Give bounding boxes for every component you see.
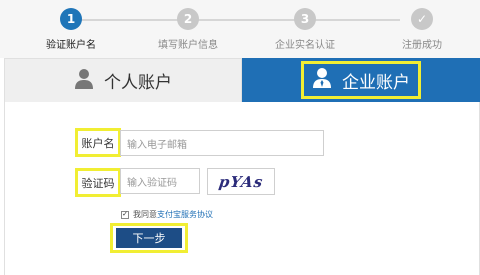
captcha-text: pYAs xyxy=(217,172,265,191)
account-name-label: 账户名 xyxy=(75,128,121,157)
next-button-highlight: 下一步 xyxy=(110,223,188,253)
tab-personal-label: 个人账户 xyxy=(104,73,172,93)
tab-business-label: 企业账户 xyxy=(342,72,410,93)
step-fill-info: 2 填写账户信息 xyxy=(143,8,233,51)
step-verify-account: 1 验证账户名 xyxy=(26,8,116,51)
business-person-icon xyxy=(312,67,332,93)
registration-steps: 1 验证账户名 2 填写账户信息 3 企业实名认证 ✓ 注册成功 xyxy=(0,0,480,58)
check-icon: ✓ xyxy=(411,8,433,30)
step-number: 2 xyxy=(177,8,199,30)
step-number: 3 xyxy=(294,8,316,30)
captcha-label: 验证码 xyxy=(75,168,121,197)
captcha-input[interactable]: 输入验证码 xyxy=(120,168,200,194)
step-label: 验证账户名 xyxy=(46,40,96,51)
step-real-name-auth: 3 企业实名认证 xyxy=(260,8,350,51)
captcha-image[interactable]: pYAs xyxy=(207,168,275,195)
tab-business-account[interactable]: 企业账户 xyxy=(242,58,480,102)
step-success: ✓ 注册成功 xyxy=(377,8,467,51)
step-connector-line xyxy=(80,19,400,21)
account-email-input[interactable]: 输入电子邮箱 xyxy=(120,130,324,156)
step-number: 1 xyxy=(60,8,82,30)
agree-prefix: 我同意 xyxy=(133,210,157,219)
tab-personal-account[interactable]: 个人账户 xyxy=(4,58,242,102)
account-type-tabs: 个人账户 企业账户 xyxy=(4,58,480,102)
service-agreement-link[interactable]: 支付宝服务协议 xyxy=(157,209,213,220)
agree-checkbox[interactable]: ✓ xyxy=(121,210,129,219)
step-label: 企业实名认证 xyxy=(275,40,335,51)
agreement-row: ✓ 我同意 支付宝服务协议 xyxy=(121,209,213,220)
person-icon xyxy=(74,68,94,94)
step-label: 注册成功 xyxy=(402,40,442,51)
business-tab-highlight: 企业账户 xyxy=(301,61,421,99)
next-step-button[interactable]: 下一步 xyxy=(116,228,182,248)
step-label: 填写账户信息 xyxy=(158,40,218,51)
